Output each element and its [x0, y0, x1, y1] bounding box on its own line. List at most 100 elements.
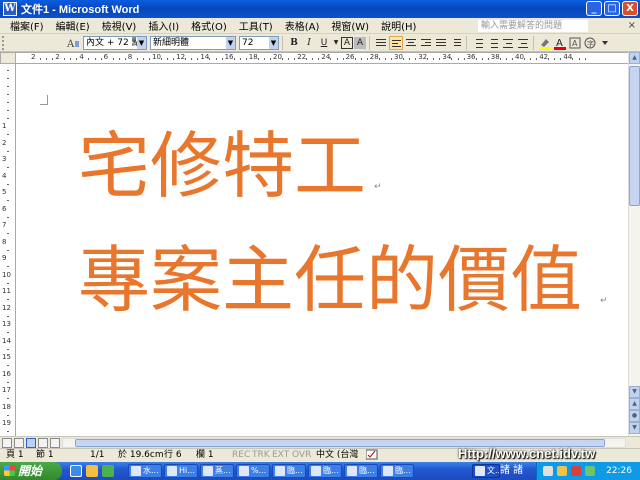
ruler-tick — [185, 58, 187, 60]
menu-edit[interactable]: 編輯(E) — [50, 18, 96, 33]
ruler-tick — [554, 58, 556, 60]
line-spacing-icon[interactable] — [449, 36, 463, 50]
reading-view-icon[interactable] — [50, 438, 60, 448]
underline-button[interactable]: U — [317, 36, 331, 50]
menu-insert[interactable]: 插入(I) — [142, 18, 185, 33]
font-combo[interactable]: 新細明體 ▼ — [150, 35, 236, 50]
underline-dropdown-icon[interactable]: ▼ — [332, 36, 340, 50]
taskbar-item[interactable]: %... — [236, 464, 270, 478]
align-right-icon[interactable] — [419, 36, 433, 50]
styles-pane-icon[interactable]: A — [66, 36, 80, 50]
italic-button[interactable]: I — [302, 36, 316, 50]
menu-file[interactable]: 檔案(F) — [4, 18, 50, 33]
tab-selector[interactable] — [0, 52, 16, 64]
browse-object-icon[interactable]: ● — [629, 410, 640, 422]
start-button[interactable]: 開始 — [0, 462, 62, 480]
update-icon[interactable] — [585, 466, 595, 476]
ruler-number: 30 — [394, 53, 403, 61]
status-ovr[interactable]: OVR — [292, 449, 311, 462]
document-heading-line-1[interactable]: 宅修特工 — [78, 126, 366, 206]
menu-window[interactable]: 視窗(W) — [325, 18, 375, 33]
menu-table[interactable]: 表格(A) — [279, 18, 326, 33]
maximize-button[interactable]: □ — [604, 1, 620, 16]
increase-indent-icon[interactable] — [516, 36, 530, 50]
font-color-icon[interactable]: A — [553, 36, 567, 50]
taskbar-item[interactable]: 臨... — [344, 464, 378, 478]
scroll-down-icon[interactable]: ▼ — [629, 386, 640, 398]
app-icon — [167, 466, 177, 476]
toolbar-options-icon[interactable] — [598, 36, 612, 50]
ruler-number: 19 — [2, 419, 11, 427]
vertical-scrollbar[interactable]: ▲ ▼ ▲ ● ▼ — [628, 52, 640, 436]
word-app-icon[interactable]: W — [3, 2, 17, 16]
vertical-ruler[interactable]: 1 2 3 4 5 6 7 8 9 10 11 12 13 14 15 16 17 18 19 — [0, 64, 16, 436]
decrease-indent-icon[interactable] — [501, 36, 515, 50]
align-center-icon[interactable] — [404, 36, 418, 50]
web-view-icon[interactable] — [14, 438, 24, 448]
scroll-up-icon[interactable]: ▲ — [629, 52, 640, 64]
network-icon[interactable] — [543, 466, 553, 476]
bullets-icon[interactable] — [486, 36, 500, 50]
previous-page-icon[interactable]: ▲ — [629, 398, 640, 410]
bold-button[interactable]: B — [287, 36, 301, 50]
taskbar-item[interactable]: 臨... — [380, 464, 414, 478]
status-trk[interactable]: TRK — [252, 449, 270, 462]
next-page-icon[interactable]: ▼ — [629, 422, 640, 434]
highlight-icon[interactable] — [538, 36, 552, 50]
font-size-combo[interactable]: 72 ▼ — [239, 35, 279, 50]
ruler-tick — [46, 58, 48, 60]
normal-view-icon[interactable] — [2, 438, 12, 448]
document-page[interactable]: 宅修特工 ↵ 專案主任的價值 ↵ — [16, 64, 628, 436]
document-heading-line-2[interactable]: 專案主任的價值 — [78, 240, 582, 320]
vertical-scroll-thumb[interactable] — [629, 66, 640, 206]
taskbar-item[interactable]: 蒸... — [200, 464, 234, 478]
phonetic-guide-icon[interactable]: 字 — [583, 36, 597, 50]
ruler-tick — [530, 58, 532, 60]
taskbar-item[interactable]: 水... — [128, 464, 162, 478]
status-ext[interactable]: EXT — [272, 449, 289, 462]
ruler-tick — [7, 102, 9, 103]
taskbar-item[interactable]: 臨... — [308, 464, 342, 478]
taskbar-item-word[interactable]: 文... — [472, 464, 500, 478]
chevron-down-icon[interactable]: ▼ — [137, 36, 146, 49]
close-button[interactable]: X — [622, 1, 638, 16]
char-border-button[interactable]: A — [341, 36, 353, 49]
ruler-tick — [221, 58, 223, 60]
document-close-icon[interactable]: × — [628, 20, 636, 31]
folder-quicklaunch-icon[interactable] — [86, 465, 98, 477]
ruler-number: 24 — [321, 53, 331, 61]
minimize-button[interactable]: _ — [586, 1, 602, 16]
ruler-tick — [76, 58, 78, 60]
numbering-icon[interactable] — [471, 36, 485, 50]
ime-indicator[interactable]: 諸 諸 — [500, 464, 523, 478]
taskbar-item[interactable]: 臨... — [272, 464, 306, 478]
chevron-down-icon[interactable]: ▼ — [269, 36, 278, 49]
justify-icon[interactable] — [434, 36, 448, 50]
menu-format[interactable]: 格式(O) — [185, 18, 233, 33]
media-quicklaunch-icon[interactable] — [102, 465, 114, 477]
status-rec[interactable]: REC — [232, 449, 250, 462]
help-question-input[interactable]: 輸入需要解答的問題 — [478, 20, 588, 32]
style-combo[interactable]: 內文 + 72 點, ſ ▼ — [83, 35, 147, 50]
svg-text:A: A — [572, 39, 578, 48]
menu-tools[interactable]: 工具(T) — [233, 18, 279, 33]
outline-view-icon[interactable] — [38, 438, 48, 448]
print-layout-icon[interactable] — [26, 438, 36, 448]
clock[interactable]: 22:26 — [606, 462, 632, 480]
align-distribute-icon[interactable] — [374, 36, 388, 50]
toolbar-separator — [369, 35, 370, 50]
ie-quicklaunch-icon[interactable] — [70, 465, 82, 477]
text-effect-icon[interactable]: A — [568, 36, 582, 50]
volume-icon[interactable] — [557, 466, 567, 476]
menu-help[interactable]: 說明(H) — [375, 18, 422, 33]
chevron-down-icon[interactable]: ▼ — [226, 36, 235, 49]
taskbar-item[interactable]: Hi... — [164, 464, 198, 478]
align-left-icon[interactable] — [389, 35, 403, 50]
toolbar-grip[interactable] — [2, 35, 6, 50]
horizontal-ruler[interactable]: 2 2 4 6 8 10 12 14 16 18 20 22 24 26 28 30 32 34 36 38 40 42 4… — [16, 52, 628, 64]
ruler-tick — [173, 58, 175, 60]
ruler-number: 40 — [515, 53, 524, 61]
menu-view[interactable]: 檢視(V) — [96, 18, 143, 33]
char-shading-button[interactable]: A — [354, 36, 366, 49]
security-icon[interactable] — [571, 466, 581, 476]
